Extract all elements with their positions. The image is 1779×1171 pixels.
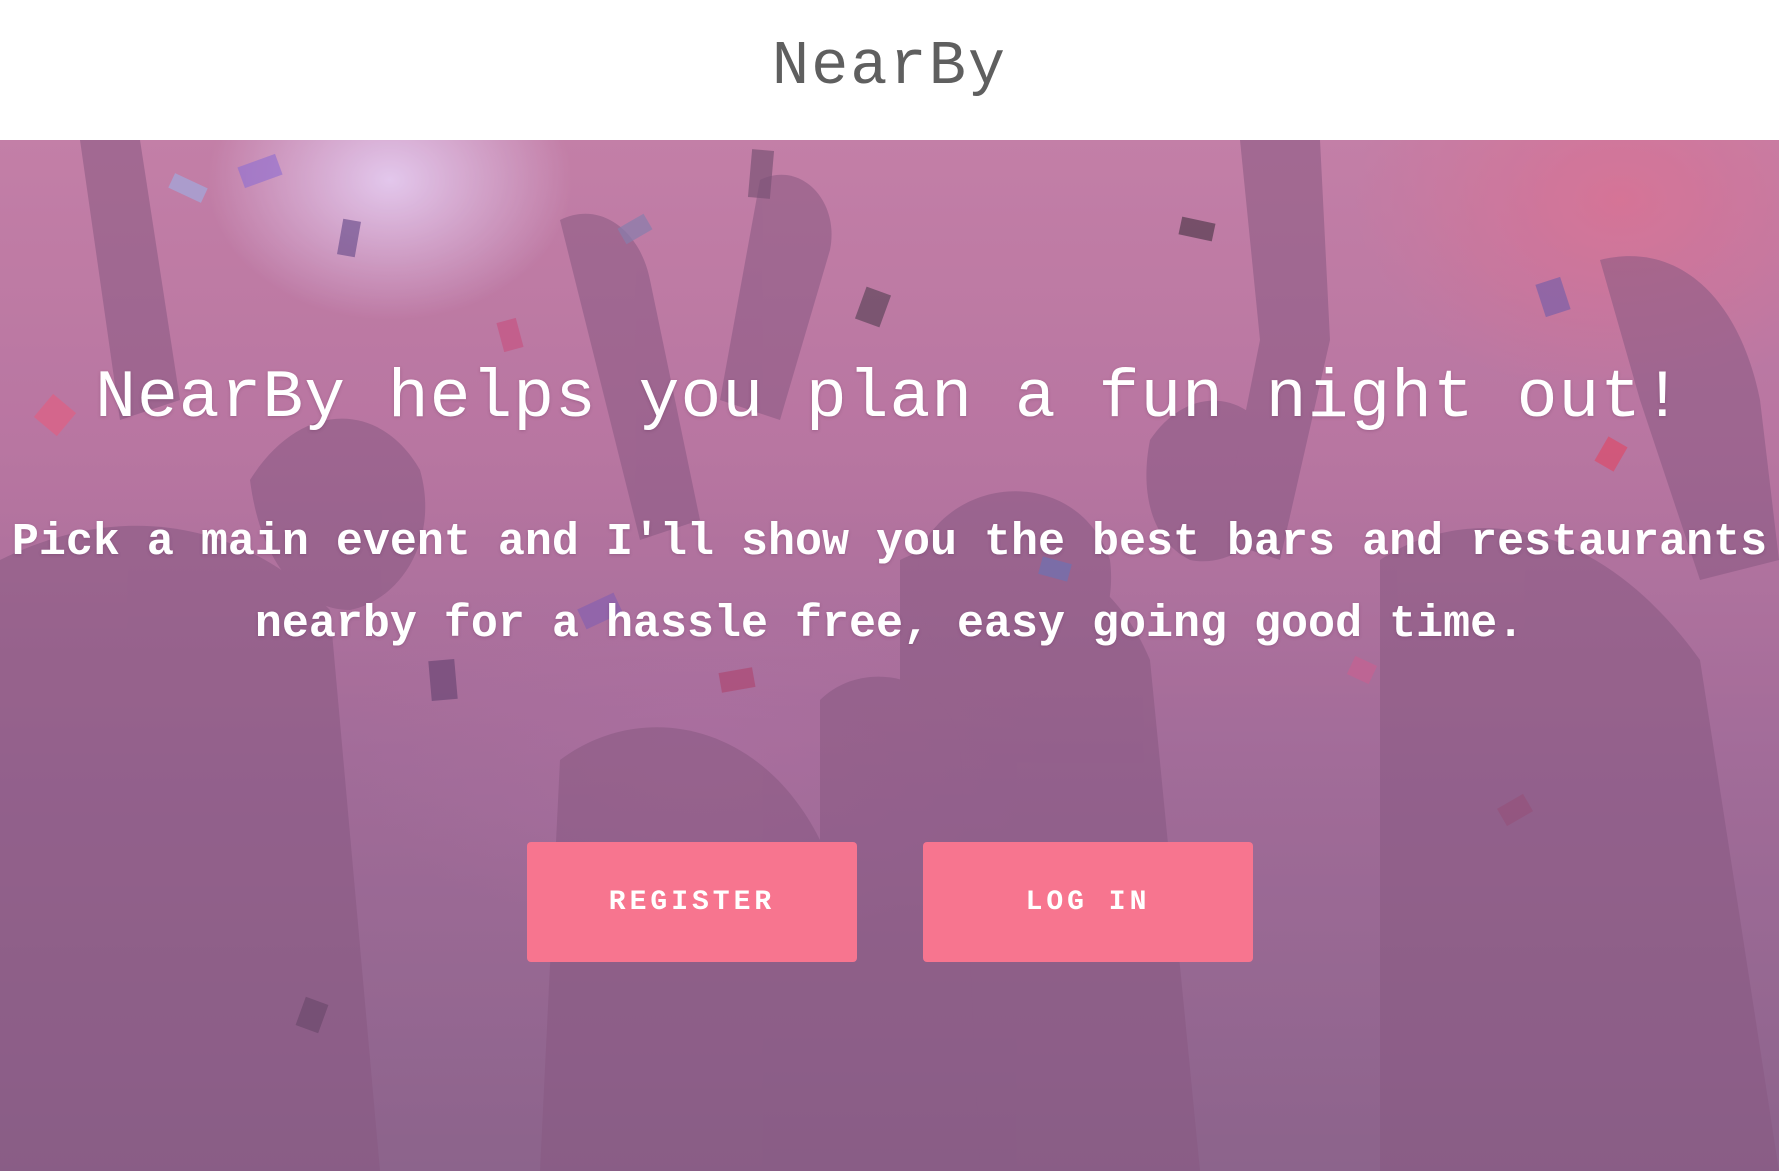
login-button[interactable]: LOG IN [923,842,1253,962]
hero-section: NearBy helps you plan a fun night out! P… [0,140,1779,1171]
top-header: NearBy [0,0,1779,140]
hero-content: NearBy helps you plan a fun night out! P… [0,140,1779,1171]
hero-headline: NearBy helps you plan a fun night out! [95,360,1684,437]
register-button[interactable]: REGISTER [527,842,857,962]
hero-subtext: Pick a main event and I'll show you the … [11,517,1768,650]
brand-logo-text[interactable]: NearBy [772,31,1007,102]
